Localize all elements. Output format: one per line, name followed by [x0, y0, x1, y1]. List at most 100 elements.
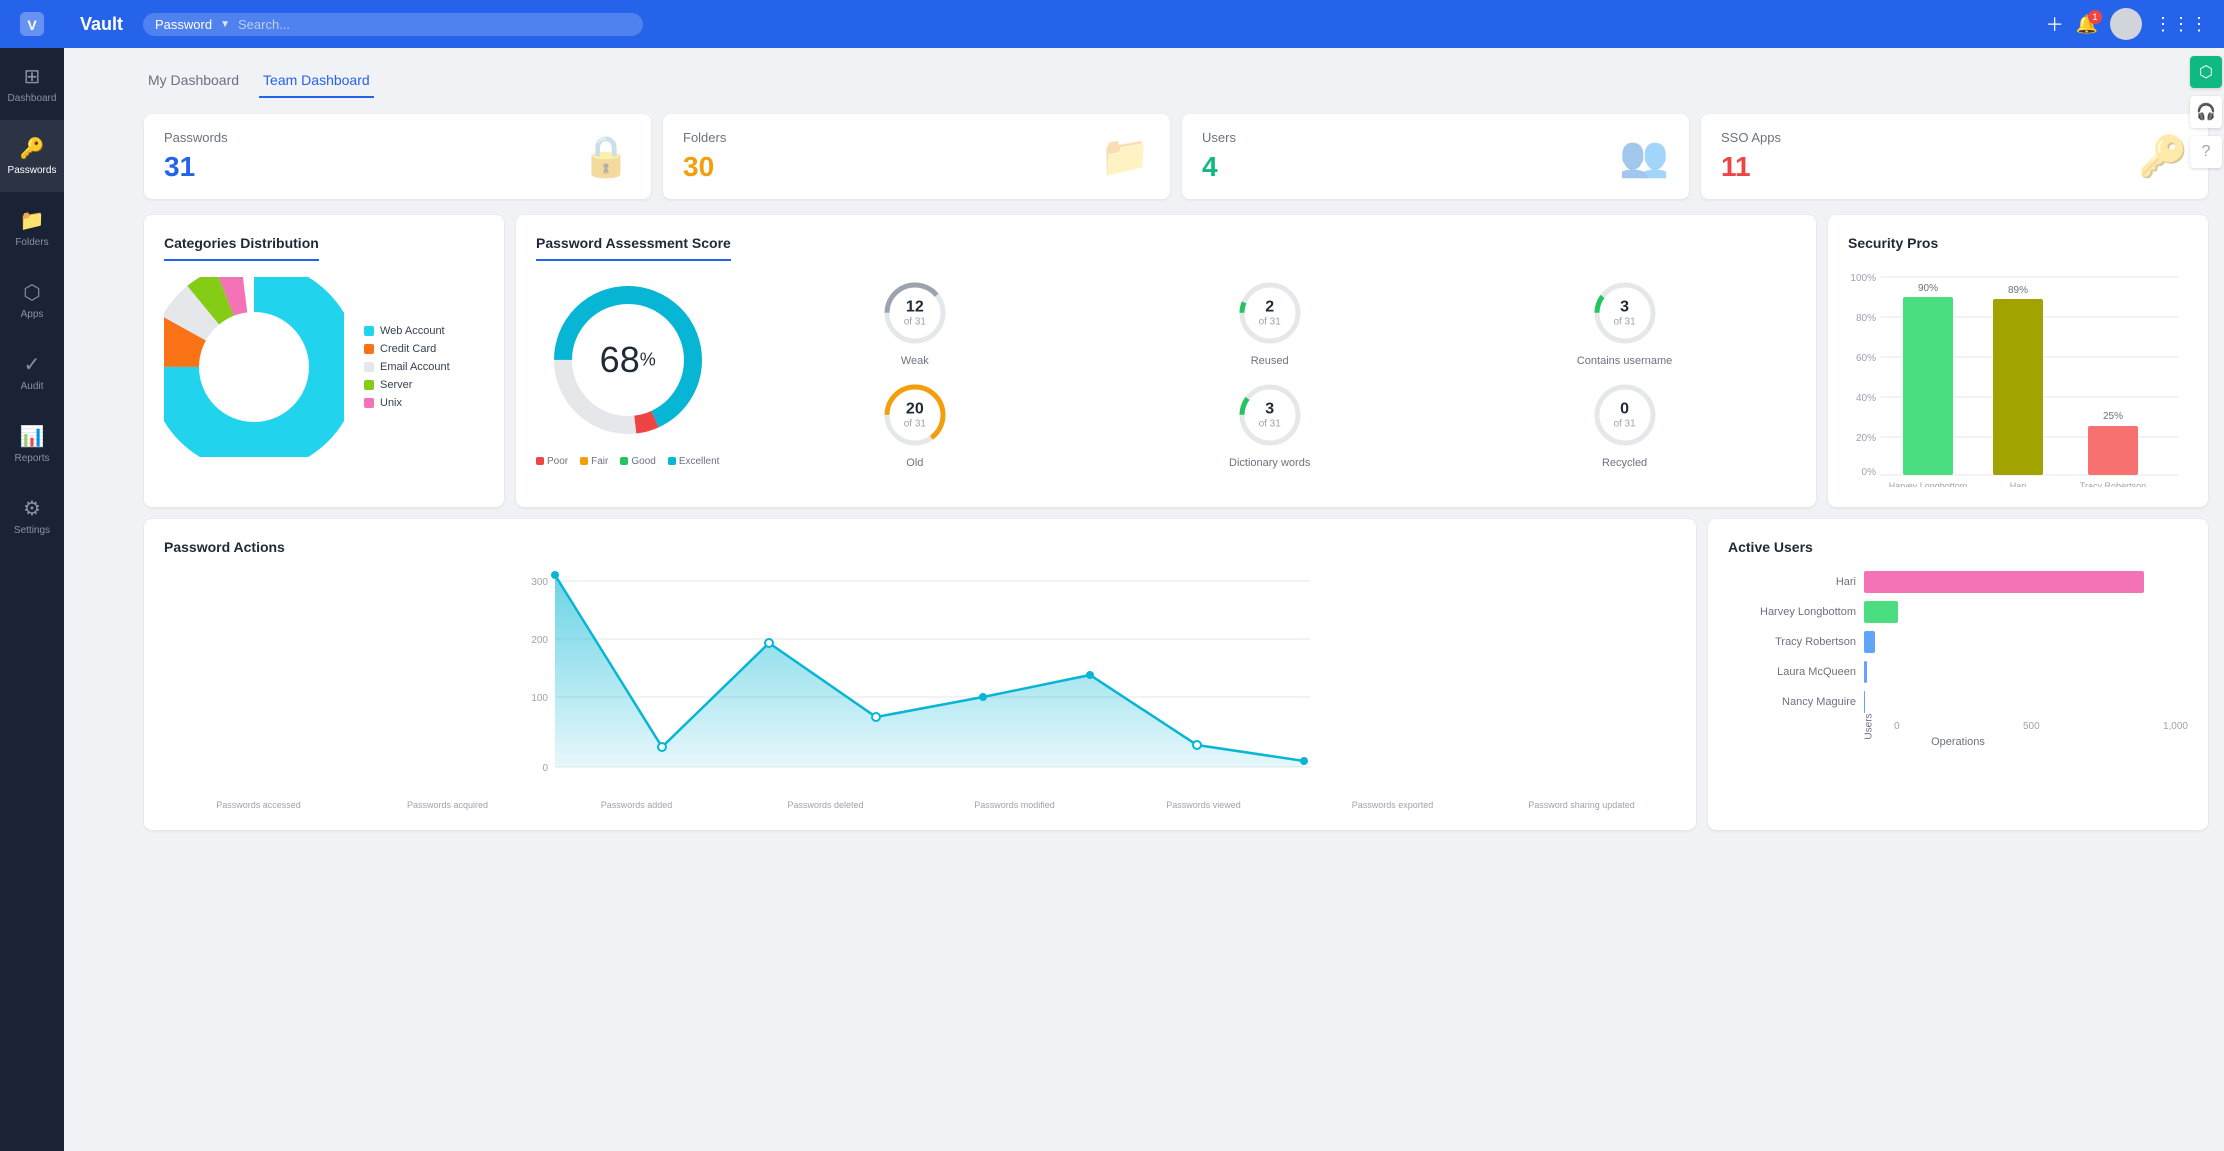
grid-menu-button[interactable]: ⋮⋮⋮: [2154, 14, 2208, 35]
passwords-icon: 🔑: [20, 136, 45, 161]
circle-wrap-contains-username: 3 of 31: [1589, 277, 1661, 349]
metric-label-contains-username: Contains username: [1577, 355, 1672, 367]
add-button[interactable]: ＋: [2046, 11, 2064, 37]
hbar-label: Harvey Longbottom: [1736, 606, 1856, 618]
sidebar-item-passwords[interactable]: 🔑Passwords: [0, 120, 64, 192]
hbar-row-hari: Hari: [1736, 571, 2180, 593]
svg-text:80%: 80%: [1856, 313, 1876, 324]
svg-text:100: 100: [531, 693, 548, 704]
categories-content: Web AccountCredit CardEmail AccountServe…: [164, 277, 484, 457]
legend-dot: [364, 362, 374, 372]
metric-of-reused: of 31: [1259, 317, 1281, 328]
metric-weak: 12 of 31 Weak: [743, 277, 1086, 367]
assess-legend-fair: Fair: [580, 456, 608, 467]
metric-num-weak: 12: [904, 299, 926, 317]
search-bar[interactable]: Password ▼: [143, 13, 643, 36]
stat-label-folders: Folders: [683, 130, 726, 145]
sidebar-item-reports[interactable]: 📊 Reports: [0, 408, 64, 480]
metric-label-dictionary: Dictionary words: [1229, 457, 1310, 469]
search-input[interactable]: [238, 17, 631, 32]
legend-sq: [580, 457, 588, 465]
metric-contains-username: 3 of 31 Contains username: [1453, 277, 1796, 367]
dropdown-icon[interactable]: ▼: [220, 19, 230, 30]
stat-icon-users: 👥: [1619, 133, 1669, 180]
metric-label-reused: Reused: [1251, 355, 1289, 367]
metrics-grid: 12 of 31 Weak 2 of 31 Reused 3 of: [743, 277, 1796, 469]
svg-text:0%: 0%: [1862, 467, 1877, 478]
avatar[interactable]: [2110, 8, 2142, 40]
sidebar: V ⊞ Dashboard 🔑Passwords 📁 Folders ⬡Apps✓Audi…: [0, 0, 64, 1151]
actions-label: Passwords viewed: [1109, 800, 1298, 810]
folders-icon: 📁: [20, 208, 45, 233]
metric-num-reused: 2: [1259, 299, 1281, 317]
sidebar-label-reports: Reports: [14, 453, 49, 464]
score-donut: 68%: [548, 280, 708, 440]
svg-text:40%: 40%: [1856, 393, 1876, 404]
tab-team-dashboard[interactable]: Team Dashboard: [259, 64, 374, 98]
active-users-chart: Hari Harvey Longbottom Tracy Robertson L…: [1728, 571, 2188, 713]
sidebar-label-settings: Settings: [14, 525, 50, 536]
sidebar-item-folders[interactable]: 📁 Folders: [0, 192, 64, 264]
metric-of-weak: of 31: [904, 317, 926, 328]
assess-legend-excellent: Excellent: [668, 456, 720, 467]
float-icon-2[interactable]: 🎧: [2190, 96, 2222, 128]
x-axis-labels: 0 500 1,000: [1894, 721, 2188, 732]
sidebar-item-apps[interactable]: ⬡Apps: [0, 264, 64, 336]
dashboard-icon: ⊞: [24, 64, 41, 89]
metric-reused: 2 of 31 Reused: [1098, 277, 1441, 367]
categories-legend: Web AccountCredit CardEmail AccountServe…: [364, 325, 450, 409]
hbar-label: Tracy Robertson: [1736, 636, 1856, 648]
metric-num-old: 20: [904, 401, 926, 419]
categories-pie-chart: [164, 277, 344, 457]
sidebar-label-audit: Audit: [21, 381, 44, 392]
assess-legend-poor: Poor: [536, 456, 568, 467]
hbar-row-laura-mcqueen: Laura McQueen: [1736, 661, 2180, 683]
metric-num-dictionary: 3: [1259, 401, 1281, 419]
password-actions-chart: 300 200 100 0: [164, 571, 1676, 791]
sidebar-label-dashboard: Dashboard: [8, 93, 57, 104]
password-actions-title: Password Actions: [164, 539, 1676, 555]
notification-badge: 1: [2088, 10, 2102, 24]
active-users-card: Active Users Hari Harvey Longbottom Trac…: [1708, 519, 2208, 830]
legend-sq: [620, 457, 628, 465]
assessment-title: Password Assessment Score: [536, 235, 731, 261]
svg-text:V: V: [27, 17, 37, 33]
sidebar-item-audit[interactable]: ✓Audit: [0, 336, 64, 408]
hbar-bar: [1864, 661, 1867, 683]
float-icon-3[interactable]: ?: [2190, 136, 2222, 168]
reports-icon: 📊: [20, 424, 45, 449]
hbar-label: Hari: [1736, 576, 1856, 588]
stat-icon-folders: 📁: [1100, 133, 1150, 180]
actions-label: Passwords exported: [1298, 800, 1487, 810]
password-actions-labels: Passwords accessedPasswords acquiredPass…: [164, 800, 1676, 810]
metric-of-contains-username: of 31: [1613, 317, 1635, 328]
security-pros-chart: 100% 80% 60% 40% 20% 0% 90%: [1848, 267, 2188, 487]
hbar-row-tracy-robertson: Tracy Robertson: [1736, 631, 2180, 653]
legend-item-unix: Unix: [364, 397, 450, 409]
svg-text:25%: 25%: [2103, 411, 2123, 422]
hbar-bar: [1864, 601, 1898, 623]
circle-wrap-recycled: 0 of 31: [1589, 379, 1661, 451]
assessment-content: 68% PoorFairGoodExcellent 12 of 31 Weak: [536, 277, 1796, 469]
stat-card-users: Users 4 👥: [1182, 114, 1689, 199]
stat-card-folders: Folders 30 📁: [663, 114, 1170, 199]
actions-label: Password sharing updated: [1487, 800, 1676, 810]
float-icon-1[interactable]: ⬡: [2190, 56, 2222, 88]
password-actions-card: Password Actions 300 200 100 0: [144, 519, 1696, 830]
hbar-label: Laura McQueen: [1736, 666, 1856, 678]
actions-label: Passwords deleted: [731, 800, 920, 810]
hbar-bar: [1864, 571, 2144, 593]
hbar-label: Nancy Maguire: [1736, 696, 1856, 708]
actions-label: Passwords acquired: [353, 800, 542, 810]
apps-icon: ⬡: [23, 280, 40, 305]
sidebar-item-dashboard[interactable]: ⊞ Dashboard: [0, 48, 64, 120]
svg-text:Hari: Hari: [2010, 481, 2027, 487]
metric-label-old: Old: [906, 457, 923, 469]
sidebar-item-settings[interactable]: ⚙Settings: [0, 480, 64, 552]
stat-card-sso-apps: SSO Apps 11 🔑: [1701, 114, 2208, 199]
app-title: Vault: [80, 14, 123, 35]
notifications-button[interactable]: 🔔 1: [2076, 14, 2098, 35]
tab-my-dashboard[interactable]: My Dashboard: [144, 64, 243, 98]
sidebar-label-folders: Folders: [15, 237, 48, 248]
security-pros-svg: 100% 80% 60% 40% 20% 0% 90%: [1848, 267, 2188, 487]
